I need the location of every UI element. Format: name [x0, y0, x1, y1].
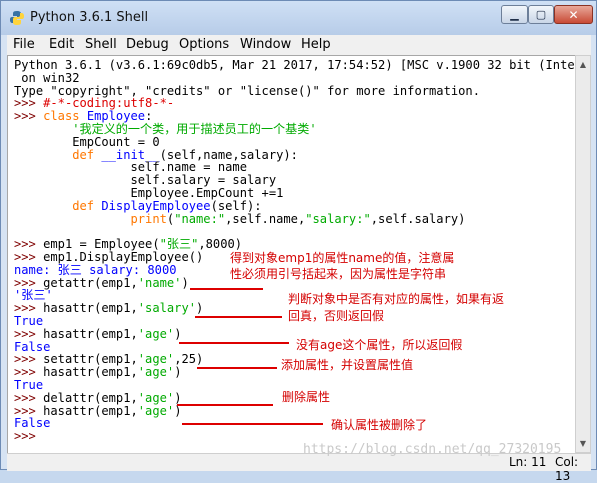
- annotation-arrow-confirm: [182, 423, 323, 425]
- annotation-arrow-setattr: [197, 367, 277, 369]
- maximize-icon: ▢: [535, 8, 547, 21]
- menu-help[interactable]: Help: [301, 37, 331, 52]
- vertical-scrollbar[interactable]: ▲ ▼: [575, 55, 591, 453]
- shell-line: print("name:",self.name,"salary:",self.s…: [14, 211, 466, 226]
- shell-token: "name:": [174, 211, 226, 226]
- shell-token: getattr(emp1,: [43, 275, 138, 290]
- menu-bar: File Edit Shell Debug Options Window Hel…: [7, 35, 591, 56]
- annotation-delattr: 删除属性: [282, 390, 331, 404]
- menu-shell[interactable]: Shell: [85, 37, 117, 52]
- minimize-icon: ▁: [510, 8, 519, 21]
- shell-token: ,self.name,: [225, 211, 306, 226]
- window-title: Python 3.6.1 Shell: [30, 10, 149, 25]
- shell-token: [14, 212, 131, 226]
- annotation-arrow-no-age: [179, 342, 289, 344]
- shell-token: hasattr(emp1,: [43, 365, 138, 380]
- menu-edit[interactable]: Edit: [49, 37, 74, 52]
- annotation-confirm: 确认属性被删除了: [331, 418, 428, 432]
- annotation-no-age: 没有age这个属性，所以返回假: [296, 338, 463, 352]
- shell-token: 'age': [137, 403, 175, 418]
- annotation-hasattr-2: 回真，否则返回假: [288, 309, 385, 323]
- annotation-arrow-delattr: [177, 404, 273, 406]
- status-line: Ln: 11: [509, 455, 547, 469]
- shell-token: hasattr(emp1,: [43, 301, 138, 316]
- menu-window[interactable]: Window: [240, 37, 291, 52]
- shell-token: 'age': [137, 326, 175, 341]
- python-icon: [10, 11, 24, 25]
- shell-token: ): [174, 365, 182, 380]
- title-bar[interactable]: Python 3.6.1 Shell ▁ ▢ ✕: [1, 1, 596, 35]
- annotation-arrow-hasattr: [195, 316, 282, 318]
- shell-line: Python 3.6.1 (v3.6.1:69c0db5, Mar 21 201…: [14, 58, 577, 72]
- annotation-setattr: 添加属性，并设置属性值: [281, 358, 414, 372]
- shell-token: hasattr(emp1,: [43, 403, 138, 418]
- annotation-hasattr-1: 判断对象中是否有对应的属性，如果有返: [288, 292, 505, 306]
- annotation-getattr-2: 性必须用引号括起来，因为属性是字符串: [230, 267, 447, 281]
- status-column: Col: 13: [555, 455, 579, 483]
- shell-token: ): [181, 275, 189, 290]
- shell-token: hasattr(emp1,: [43, 326, 138, 341]
- menu-file[interactable]: File: [13, 37, 35, 52]
- menu-options[interactable]: Options: [179, 37, 229, 52]
- shell-token: "salary:": [305, 211, 371, 226]
- close-icon: ✕: [568, 7, 579, 22]
- close-button[interactable]: ✕: [554, 5, 593, 24]
- annotation-arrow-getattr: [190, 288, 263, 290]
- minimize-button[interactable]: ▁: [501, 5, 528, 24]
- shell-token: print: [130, 211, 167, 226]
- maximize-button[interactable]: ▢: [528, 5, 554, 24]
- shell-token: >>>: [14, 429, 44, 444]
- shell-token: 'salary': [137, 301, 197, 316]
- shell-token: 'age': [137, 365, 175, 380]
- shell-token: ): [196, 301, 204, 316]
- shell-token: 'name': [137, 275, 182, 290]
- scroll-up-icon[interactable]: ▲: [577, 57, 589, 72]
- shell-token: ): [174, 326, 182, 341]
- annotation-getattr-1: 得到对象emp1的属性name的值，注意属: [230, 251, 455, 265]
- scroll-down-icon[interactable]: ▼: [577, 436, 589, 451]
- shell-token: Python 3.6.1 (v3.6.1:69c0db5, Mar 21 201…: [14, 58, 577, 72]
- watermark: https://blog.csdn.net/qq_27320195: [303, 442, 562, 457]
- shell-line: >>>: [14, 430, 43, 443]
- idle-shell-window: Python 3.6.1 Shell ▁ ▢ ✕ File Edit Shell…: [0, 0, 597, 483]
- menu-debug[interactable]: Debug: [126, 37, 169, 52]
- shell-token: ,self.salary): [370, 211, 466, 226]
